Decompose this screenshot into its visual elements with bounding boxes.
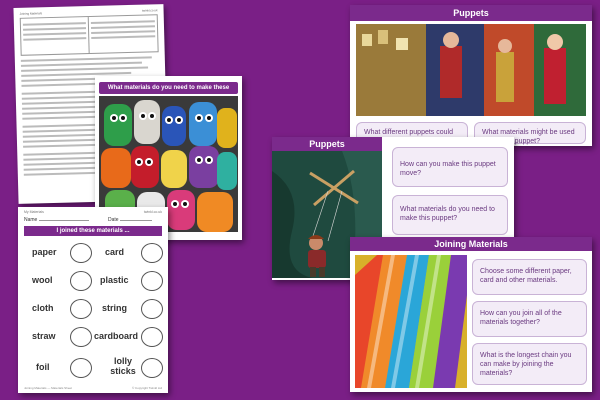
tick-circle[interactable] bbox=[141, 299, 163, 319]
date-label: Date bbox=[108, 217, 119, 223]
materials-checklist-sheet: My Materials twinkl.co.uk Name Date I jo… bbox=[18, 207, 168, 393]
material-row: paper card bbox=[18, 241, 168, 265]
paper-rolls-photo bbox=[355, 255, 467, 388]
material-row: wool plastic bbox=[18, 269, 168, 293]
slide-puppet-move-question-2: What materials do you need to make this … bbox=[392, 195, 508, 235]
tick-circle[interactable] bbox=[141, 358, 163, 378]
slide-puppet-move-title: Puppets bbox=[272, 137, 382, 151]
slide-joining-question-3: What is the longest chain you can make b… bbox=[472, 343, 587, 385]
slide-puppets-title: Puppets bbox=[350, 5, 592, 21]
tick-circle[interactable] bbox=[141, 327, 163, 347]
material-label: lolly sticks bbox=[110, 356, 136, 376]
material-label: plastic bbox=[100, 275, 129, 285]
name-label: Name bbox=[24, 217, 38, 223]
material-label: cardboard bbox=[94, 331, 139, 341]
material-label: string bbox=[102, 303, 128, 313]
materials-header-left: My Materials bbox=[24, 210, 44, 214]
tick-circle[interactable] bbox=[141, 243, 163, 263]
slide-puppets: Puppets What different puppets could you… bbox=[350, 5, 592, 146]
slide-joining-materials: Joining Materials Choose some different … bbox=[350, 237, 592, 392]
lesson-plan-heading: Joining Materials bbox=[19, 11, 43, 16]
tick-circle[interactable] bbox=[70, 327, 92, 347]
puppet-sheet-title: What materials do you need to make these… bbox=[99, 82, 238, 103]
lesson-plan-tag: twinkl.co.uk bbox=[142, 8, 158, 13]
slide-joining-title: Joining Materials bbox=[350, 237, 592, 251]
material-label: paper bbox=[32, 247, 57, 257]
material-row: cloth string bbox=[18, 297, 168, 321]
tick-circle[interactable] bbox=[70, 243, 92, 263]
tick-circle[interactable] bbox=[70, 271, 92, 291]
materials-footer-left: Joining Materials — Materials Sheet bbox=[24, 386, 73, 390]
materials-header-right: twinkl.co.uk bbox=[143, 210, 162, 214]
tick-circle[interactable] bbox=[141, 271, 163, 291]
tick-circle[interactable] bbox=[70, 299, 92, 319]
tick-circle[interactable] bbox=[70, 358, 92, 378]
slide-joining-question-2: How can you join all of the materials to… bbox=[472, 301, 587, 337]
material-label: card bbox=[105, 247, 125, 257]
material-row: straw cardboard bbox=[18, 325, 168, 349]
materials-sheet-title: I joined these materials ... bbox=[24, 226, 162, 236]
material-label: foil bbox=[36, 362, 50, 372]
material-label: cloth bbox=[32, 303, 54, 313]
puppet-show-photo bbox=[356, 24, 586, 116]
material-label: straw bbox=[32, 331, 56, 341]
material-label: wool bbox=[32, 275, 53, 285]
material-row: foil lolly sticks bbox=[18, 353, 168, 383]
slide-joining-question-1: Choose some different paper, card and ot… bbox=[472, 259, 587, 295]
slide-puppet-move-question-1: How can you make this puppet move? bbox=[392, 147, 508, 187]
materials-footer-right: © Copyright Twinkl Ltd bbox=[131, 386, 162, 390]
